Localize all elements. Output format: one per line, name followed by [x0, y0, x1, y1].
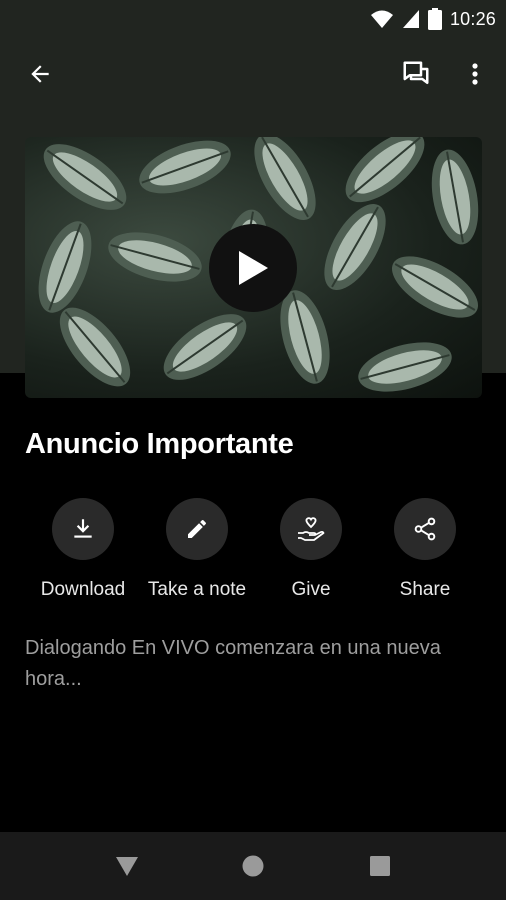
action-row: Download Take a note Give Share [0, 498, 506, 608]
nav-back-button[interactable] [103, 842, 151, 890]
app-bar [0, 38, 506, 110]
discussion-button[interactable] [392, 50, 440, 98]
battery-icon [427, 8, 442, 30]
download-button[interactable] [52, 498, 114, 560]
description-text: Dialogando En VIVO comenzara en una nuev… [25, 637, 441, 690]
page-title: Anuncio Importante [25, 428, 294, 460]
give-label: Give [291, 579, 331, 600]
signal-icon [402, 10, 419, 28]
more-vert-icon [472, 63, 478, 85]
status-time: 10:26 [449, 8, 496, 29]
wifi-icon [370, 10, 393, 28]
circle-home-icon [242, 855, 264, 877]
forum-icon [403, 61, 429, 84]
give-button[interactable] [280, 498, 342, 560]
nav-home-button[interactable] [229, 842, 277, 890]
nav-recents-button[interactable] [356, 842, 404, 890]
take-note-label: Take a note [147, 579, 247, 600]
status-bar: 10:26 [0, 0, 506, 38]
take-note-action[interactable]: Take a note [137, 498, 257, 601]
share-button[interactable] [394, 498, 456, 560]
play-button[interactable] [209, 224, 297, 312]
download-action[interactable]: Download [23, 498, 143, 601]
download-icon [74, 519, 92, 538]
share-icon [414, 517, 436, 541]
system-nav-bar [0, 832, 506, 900]
pencil-icon [188, 519, 207, 538]
share-label: Share [399, 579, 451, 600]
more-options-button[interactable] [451, 50, 499, 98]
square-recents-icon [370, 856, 390, 876]
play-icon [239, 251, 268, 285]
share-action[interactable]: Share [365, 498, 485, 601]
status-icons: 10:26 [370, 7, 496, 31]
back-button[interactable] [16, 50, 64, 98]
arrow-left-icon [31, 65, 49, 83]
give-action[interactable]: Give [251, 498, 371, 601]
download-label: Download [40, 579, 126, 600]
take-note-button[interactable] [166, 498, 228, 560]
give-heart-hand-icon [298, 517, 325, 541]
triangle-back-icon [116, 857, 138, 876]
